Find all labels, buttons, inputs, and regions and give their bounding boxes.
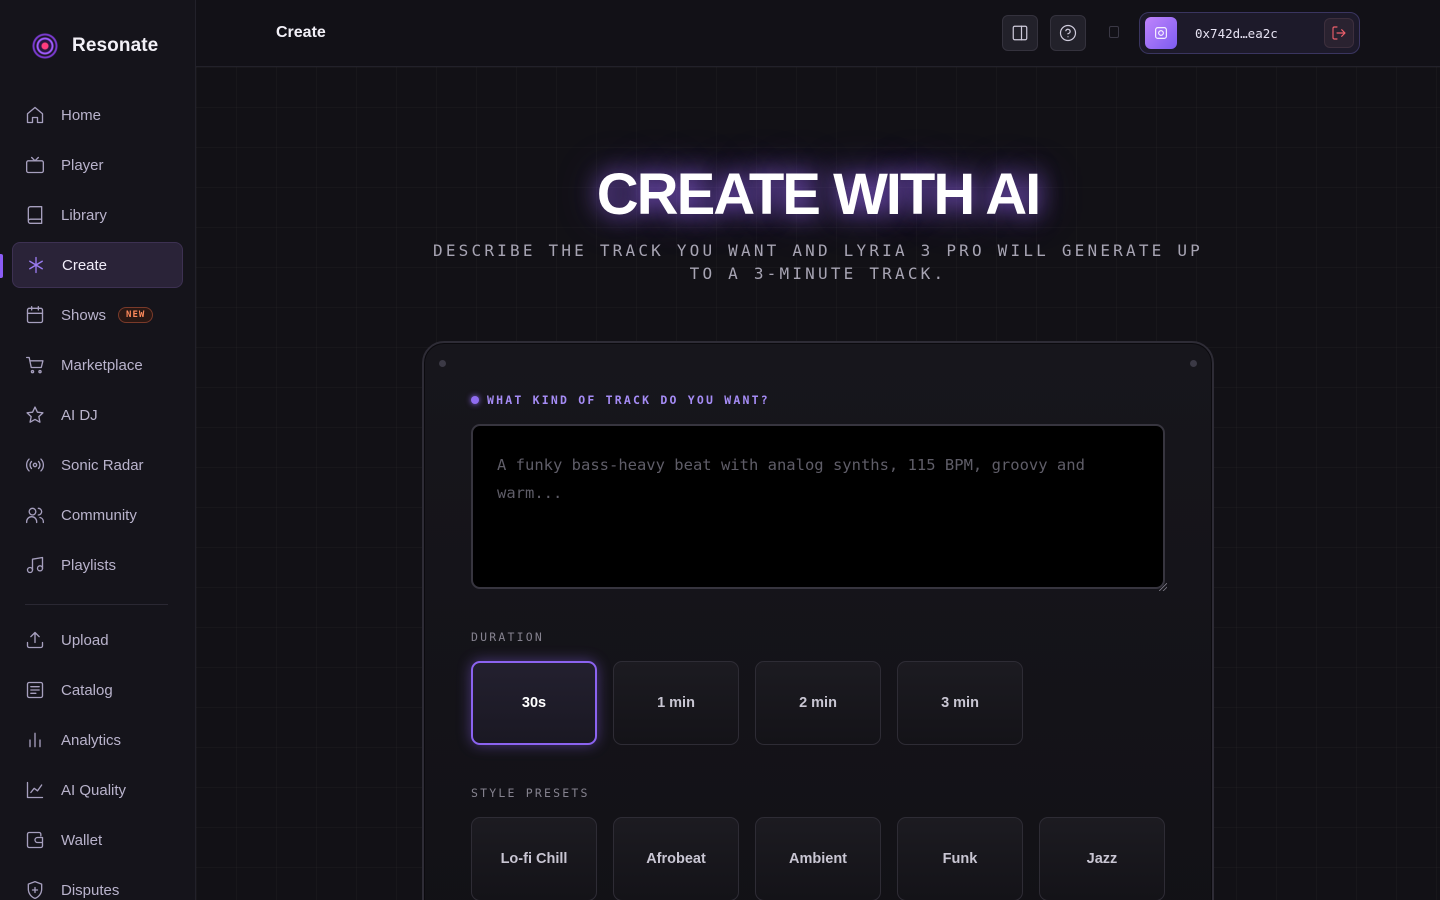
hero-title: CREATE WITH AI [596,162,1041,227]
sidebar-item-library[interactable]: Library [12,192,183,238]
sidebar-item-shows[interactable]: Shows NEW [12,292,183,338]
duration-label: DURATION [471,630,544,644]
sidebar-item-analytics[interactable]: Analytics [12,717,183,763]
sidebar: Resonate Home Player Library Create Show… [0,0,196,900]
sidebar-item-community[interactable]: Community [12,492,183,538]
style-preset-lofi-chill[interactable]: Lo-fi Chill [471,817,597,900]
top-header: Create 0x742d…ea2c [196,0,1440,67]
style-preset-funk[interactable]: Funk [897,817,1023,900]
main-content: CREATE WITH AI DESCRIBE THE TRACK YOU WA… [196,67,1440,900]
sidebar-item-label: Create [62,256,108,274]
sidebar-item-label: Catalog [61,681,113,699]
brand[interactable]: Resonate [32,33,158,59]
logout-button[interactable] [1324,18,1354,48]
sidebar-item-label: Home [61,106,102,124]
shield-icon [27,881,43,899]
sidebar-item-catalog[interactable]: Catalog [12,667,183,713]
card-screw-right [1190,360,1197,367]
line-chart-icon [26,781,44,799]
page-title: Create [276,24,326,41]
upload-icon [26,631,44,649]
duration-option-2min[interactable]: 2 min [755,661,881,745]
book-icon [27,206,43,224]
sidebar-item-label: AI DJ [61,406,98,424]
users-icon [26,507,44,524]
bar-chart-icon [29,732,41,748]
sidebar-item-label: Player [61,156,104,174]
sidebar-item-ai-quality[interactable]: AI Quality [12,767,183,813]
tv-icon [26,156,44,174]
sidebar-divider [25,604,168,605]
sidebar-item-label: Library [61,206,107,224]
home-icon [26,106,44,124]
sidebar-item-marketplace[interactable]: Marketplace [12,342,183,388]
identicon-icon [1155,27,1167,39]
sparkle-icon [29,256,43,274]
sidebar-item-label: Disputes [61,881,120,899]
active-indicator [0,254,3,278]
duration-option-3min[interactable]: 3 min [897,661,1023,745]
sidebar-item-label: Playlists [61,556,117,574]
duration-option-1min[interactable]: 1 min [613,661,739,745]
brand-name: Resonate [72,35,159,56]
resize-handle[interactable] [1159,583,1167,591]
sidebar-item-label: Marketplace [61,356,143,374]
wallet-icon [26,831,44,849]
resonate-logo-icon [32,33,58,59]
duration-option-30s[interactable]: 30s [471,661,597,745]
style-preset-afrobeat[interactable]: Afrobeat [613,817,739,900]
music-icon [26,556,44,574]
prompt-dot-icon [471,396,479,404]
sidebar-item-label: Shows [61,306,107,324]
style-presets-label: STYLE PRESETS [471,786,590,800]
sidebar-item-home[interactable]: Home [12,92,183,138]
sidebar-item-label: Upload [61,631,109,649]
avatar [1145,17,1177,49]
sidebar-item-label: Community [61,506,137,524]
sidebar-item-playlists[interactable]: Playlists [12,542,183,588]
hero-subtitle: DESCRIBE THE TRACK YOU WANT AND LYRIA 3 … [433,241,1203,283]
sidebar-item-label: Analytics [61,731,122,749]
star-icon [26,406,44,423]
sidebar-item-label: Sonic Radar [61,456,144,474]
radar-icon [25,458,45,472]
help-icon [1059,24,1077,42]
prompt-textarea[interactable]: A funky bass-heavy beat with analog synt… [471,424,1165,589]
style-preset-ambient[interactable]: Ambient [755,817,881,900]
wallet-address: 0x742d…ea2c [1195,25,1278,41]
new-badge: NEW [118,307,154,323]
toggle-sidebar-button[interactable] [1002,15,1038,51]
style-preset-jazz[interactable]: Jazz [1039,817,1165,900]
sidebar-item-player[interactable]: Player [12,142,183,188]
notification-icon[interactable] [1109,26,1119,38]
help-button[interactable] [1050,15,1086,51]
sidebar-item-create[interactable]: Create [12,242,183,288]
cart-icon [26,356,44,374]
prompt-label-text: WHAT KIND OF TRACK DO YOU WANT? [487,393,770,407]
wallet-pill[interactable]: 0x742d…ea2c [1139,12,1360,54]
sidebar-item-label: AI Quality [61,781,127,799]
sidebar-item-disputes[interactable]: Disputes [12,867,183,900]
sidebar-item-ai-dj[interactable]: AI DJ [12,392,183,438]
logout-icon [1332,26,1346,40]
sidebar-item-label: Wallet [61,831,103,849]
sidebar-item-sonic-radar[interactable]: Sonic Radar [12,442,183,488]
calendar-icon [26,306,44,324]
list-icon [26,681,44,699]
sidebar-item-wallet[interactable]: Wallet [12,817,183,863]
create-card: WHAT KIND OF TRACK DO YOU WANT? A funky … [422,341,1214,900]
sidebar-item-upload[interactable]: Upload [12,617,183,663]
card-screw-left [439,360,446,367]
panel-icon [1012,25,1028,41]
prompt-label: WHAT KIND OF TRACK DO YOU WANT? [471,393,770,407]
